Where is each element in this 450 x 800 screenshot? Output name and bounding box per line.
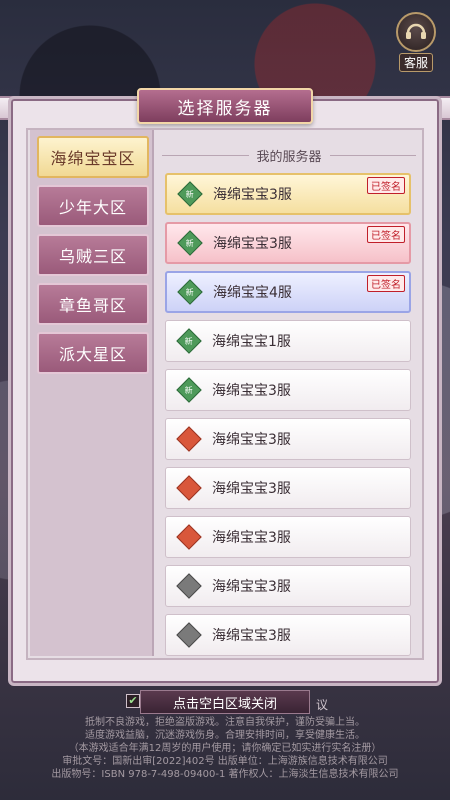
server-badge-label: 新 bbox=[186, 287, 194, 297]
server-item[interactable]: 新海绵宝宝3服 已签名 bbox=[165, 222, 411, 264]
footer-line: 出版物号：ISBN 978-7-498-09400-1 著作权人：上海淡生信息技… bbox=[51, 769, 399, 780]
zone-tab[interactable]: 海绵宝宝区 bbox=[37, 136, 149, 178]
my-servers-header: 我的服务器 bbox=[162, 146, 417, 165]
zone-tab[interactable]: 章鱼哥区 bbox=[37, 283, 149, 325]
server-status-icon bbox=[176, 426, 202, 452]
agreement-link[interactable]: 议 bbox=[316, 696, 328, 713]
server-item[interactable]: 新 海绵宝宝3服 bbox=[165, 369, 411, 411]
server-badge-label: 新 bbox=[186, 189, 194, 199]
customer-service-button[interactable]: 客服 bbox=[392, 12, 440, 72]
server-name: 海绵宝宝3服 bbox=[212, 432, 291, 448]
server-status-icon bbox=[176, 573, 202, 599]
agreement-checkbox[interactable]: ✔ bbox=[126, 694, 140, 708]
server-status-icon: 新 bbox=[176, 377, 202, 403]
dialog-title: 选择服务器 bbox=[137, 88, 313, 124]
server-badge-label: 新 bbox=[185, 385, 193, 395]
server-status-icon bbox=[176, 475, 202, 501]
server-name: 海绵宝宝3服 bbox=[212, 481, 291, 497]
footer-line: 抵制不良游戏，拒绝盗版游戏。注意自我保护，谨防受骗上当。 bbox=[85, 717, 365, 728]
server-status-icon: 新 bbox=[177, 279, 203, 305]
server-item[interactable]: 海绵宝宝3服 bbox=[165, 467, 411, 509]
server-status-icon bbox=[176, 524, 202, 550]
customer-service-label: 客服 bbox=[398, 53, 433, 72]
server-name: 海绵宝宝3服 bbox=[212, 383, 291, 399]
server-status-icon: 新 bbox=[176, 328, 202, 354]
server-name: 海绵宝宝3服 bbox=[212, 628, 291, 644]
server-status-icon: 新 bbox=[177, 181, 203, 207]
server-name: 海绵宝宝1服 bbox=[212, 334, 291, 350]
server-status-icon bbox=[176, 622, 202, 648]
footer-line: （本游戏适合年满12周岁的用户使用；请你确定已如实进行实名注册） bbox=[68, 743, 382, 754]
server-badge-label: 新 bbox=[185, 336, 193, 346]
signed-tag: 已签名 bbox=[367, 226, 405, 243]
legal-footer: 抵制不良游戏，拒绝盗版游戏。注意自我保护，谨防受骗上当。 适度游戏益脑，沉迷游戏… bbox=[0, 716, 450, 781]
divider bbox=[162, 154, 249, 156]
zone-tab[interactable]: 少年大区 bbox=[37, 185, 149, 227]
divider bbox=[329, 154, 417, 156]
server-item[interactable]: 新海绵宝宝4服 已签名 bbox=[165, 271, 411, 313]
server-item[interactable]: 海绵宝宝3服 bbox=[165, 418, 411, 460]
server-item[interactable]: 海绵宝宝3服 bbox=[165, 614, 411, 656]
server-name: 海绵宝宝3服 bbox=[212, 579, 291, 595]
server-item[interactable]: 海绵宝宝3服 bbox=[165, 565, 411, 607]
server-item[interactable]: 新 海绵宝宝1服 bbox=[165, 320, 411, 362]
server-name: 海绵宝宝3服 bbox=[212, 530, 291, 546]
close-hint-button[interactable]: 点击空白区域关闭 bbox=[140, 690, 310, 714]
footer-line: 适度游戏益脑，沉迷游戏伤身。合理安排时间，享受健康生活。 bbox=[85, 730, 365, 741]
signed-tag: 已签名 bbox=[367, 275, 405, 292]
server-item[interactable]: 新海绵宝宝3服 已签名 bbox=[165, 173, 411, 215]
server-item[interactable]: 海绵宝宝3服 bbox=[165, 516, 411, 558]
zone-tab[interactable]: 乌贼三区 bbox=[37, 234, 149, 276]
signed-tag: 已签名 bbox=[367, 177, 405, 194]
customer-service-icon bbox=[396, 12, 436, 52]
my-servers-label: 我的服务器 bbox=[256, 149, 322, 165]
server-status-icon: 新 bbox=[177, 230, 203, 256]
footer-line: 审批文号：国新出审[2022]402号 出版单位：上海游族信息技术有限公司 bbox=[62, 756, 388, 767]
server-badge-label: 新 bbox=[186, 238, 194, 248]
zone-tab[interactable]: 派大星区 bbox=[37, 332, 149, 374]
